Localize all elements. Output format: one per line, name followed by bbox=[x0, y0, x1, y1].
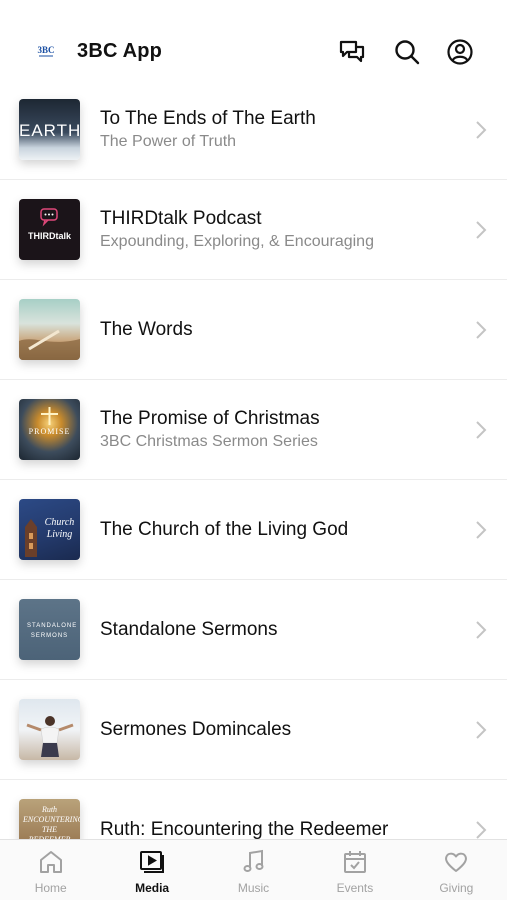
series-thumbnail bbox=[19, 299, 80, 360]
series-title: Standalone Sermons bbox=[100, 618, 278, 640]
account-icon[interactable] bbox=[446, 38, 474, 66]
chat-icon[interactable] bbox=[338, 38, 366, 66]
series-thumbnail: EARTH bbox=[19, 99, 80, 160]
series-subtitle: 3BC Christmas Sermon Series bbox=[100, 432, 318, 450]
chevron-right-icon bbox=[476, 221, 487, 239]
tab-music[interactable]: Music bbox=[203, 840, 304, 900]
series-thumbnail: Church Living bbox=[19, 499, 80, 560]
list-item[interactable]: Sermones Domincales bbox=[0, 680, 507, 780]
list-item[interactable]: PROMISE The Promise of Christmas 3BC Chr… bbox=[0, 380, 507, 480]
chevron-right-icon bbox=[476, 621, 487, 639]
tab-media-label: Media bbox=[135, 881, 170, 895]
series-title: The Words bbox=[100, 318, 193, 340]
home-icon bbox=[39, 851, 62, 873]
chevron-right-icon bbox=[476, 321, 487, 339]
series-subtitle: Expounding, Exploring, & Encouraging bbox=[100, 232, 374, 250]
chevron-right-icon bbox=[476, 721, 487, 739]
tab-events-label: Events bbox=[336, 881, 374, 895]
series-thumbnail bbox=[19, 699, 80, 760]
list-item[interactable]: Church Living The Church of the Living G… bbox=[0, 480, 507, 580]
series-title: Sermones Domincales bbox=[100, 718, 292, 740]
series-title: THIRDtalk Podcast bbox=[100, 207, 262, 229]
list-item[interactable]: The Words bbox=[0, 280, 507, 380]
search-icon[interactable] bbox=[393, 38, 421, 66]
series-subtitle: The Power of Truth bbox=[100, 132, 237, 150]
heart-icon bbox=[445, 852, 468, 872]
tab-home-label: Home bbox=[34, 881, 67, 895]
series-title: Ruth: Encountering the Redeemer bbox=[100, 818, 389, 840]
svg-text:3BC: 3BC bbox=[37, 45, 54, 55]
music-icon bbox=[243, 849, 264, 872]
list-item[interactable]: THIRDtalk THIRDtalk Podcast Expounding, … bbox=[0, 180, 507, 280]
tab-giving-label: Giving bbox=[439, 881, 474, 895]
tab-media[interactable]: Media bbox=[101, 840, 202, 900]
bottom-tab-bar: Home Media Music Events Giving bbox=[0, 839, 507, 900]
series-thumbnail: Ruth ENCOUNTERING THE REDEEMER bbox=[19, 799, 80, 840]
tab-home[interactable]: Home bbox=[0, 840, 101, 900]
list-item[interactable]: Ruth ENCOUNTERING THE REDEEMER Ruth: Enc… bbox=[0, 780, 507, 840]
chevron-right-icon bbox=[476, 121, 487, 139]
app-logo: 3BC bbox=[36, 42, 56, 60]
calendar-icon bbox=[343, 851, 366, 873]
media-icon bbox=[140, 851, 165, 873]
series-thumbnail: PROMISE bbox=[19, 399, 80, 460]
tab-music-label: Music bbox=[237, 881, 270, 895]
tab-events[interactable]: Events bbox=[304, 840, 405, 900]
tab-giving[interactable]: Giving bbox=[406, 840, 507, 900]
media-series-list: EARTH To The Ends of The Earth The Power… bbox=[0, 80, 507, 840]
app-title: 3BC App bbox=[77, 40, 163, 62]
series-thumbnail: STANDALONE SERMONS bbox=[19, 599, 80, 660]
series-title: The Church of the Living God bbox=[100, 518, 349, 540]
list-item[interactable]: STANDALONE SERMONS Standalone Sermons bbox=[0, 580, 507, 680]
list-item[interactable]: EARTH To The Ends of The Earth The Power… bbox=[0, 80, 507, 180]
chevron-right-icon bbox=[476, 521, 487, 539]
series-title: The Promise of Christmas bbox=[100, 407, 320, 429]
chevron-right-icon bbox=[476, 421, 487, 439]
series-title: To The Ends of The Earth bbox=[100, 107, 316, 129]
series-thumbnail: THIRDtalk bbox=[19, 199, 80, 260]
chevron-right-icon bbox=[476, 821, 487, 839]
